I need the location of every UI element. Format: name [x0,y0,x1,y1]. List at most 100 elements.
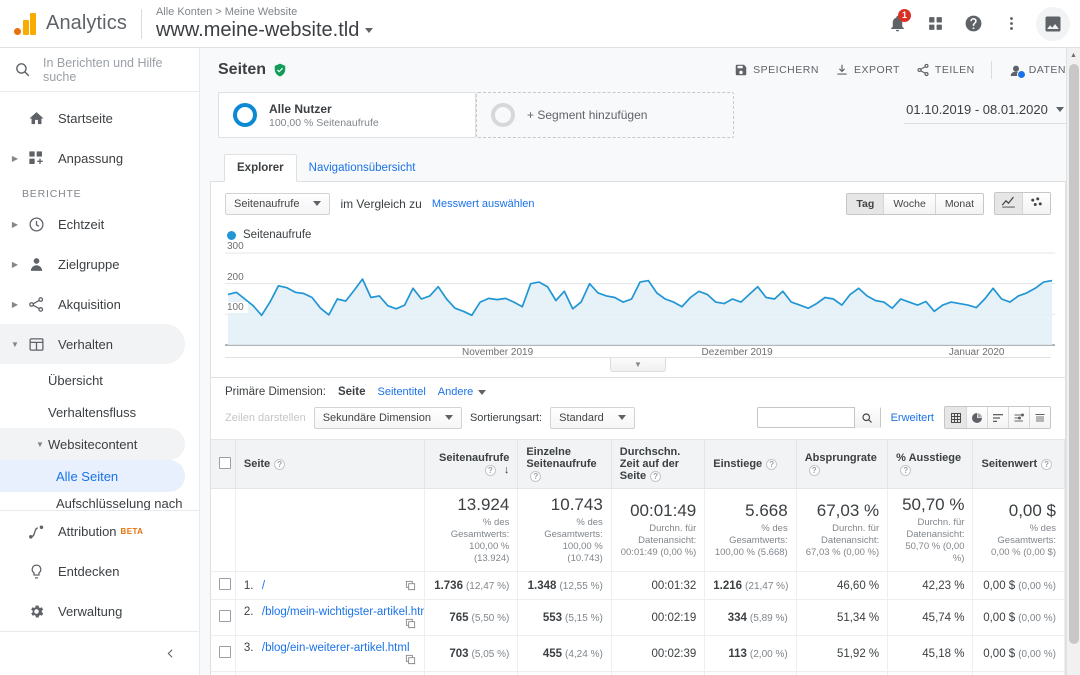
col-seitenwert[interactable]: Seitenwert? [973,440,1065,489]
sidebar-item-entdecken[interactable]: Entdecken [0,551,199,591]
sidebar-item-alle-seiten[interactable]: Alle Seiten [0,460,185,492]
row-checkbox[interactable] [219,646,231,658]
col-durchschn-zeit[interactable]: Durchschn. Zeit auf der Seite? [611,440,704,489]
open-page-icon[interactable] [405,654,416,665]
row-page-link[interactable]: /blog/mein-wichtigster-artikel.html [262,606,424,618]
table-row[interactable]: 1./1.736(12,47 %)1.348(12,55 %)00:01:321… [211,572,1065,600]
table-row[interactable]: 4./beispiel-produkt-1.html701(5,04 %)483… [211,672,1065,675]
table-search[interactable] [757,407,881,428]
export-button[interactable]: EXPORT [835,63,900,77]
help-icon[interactable]: ? [650,471,661,482]
segment-all-users[interactable]: Alle Nutzer 100,00 % Seitenaufrufe [218,92,476,138]
sidebar-item-websitecontent[interactable]: ▼ Websitecontent [0,428,185,460]
help-icon[interactable]: ? [530,471,541,482]
chevron-down-icon[interactable]: ▼ [8,340,22,349]
tab-explorer[interactable]: Explorer [224,154,297,182]
col-seite[interactable]: Seite? [235,440,424,489]
advanced-link[interactable]: Erweitert [891,412,934,424]
save-button[interactable]: SPEICHERN [734,63,819,77]
sidebar-search[interactable]: In Berichten und Hilfe suche [0,48,199,92]
sidebar-item-verwaltung[interactable]: Verwaltung [0,591,199,631]
select-metric-link[interactable]: Messwert auswählen [432,198,535,210]
line-chart-icon[interactable] [995,193,1022,214]
granularity-tag[interactable]: Tag [847,194,883,214]
pie-view-icon[interactable] [966,407,987,428]
dimension-andere[interactable]: Andere [438,386,486,398]
chevron-right-icon[interactable]: ▶ [8,260,22,269]
row-page-cell[interactable]: 2./blog/mein-wichtigster-artikel.html [235,600,424,636]
dimension-seite[interactable]: Seite [338,386,366,398]
row-page-cell[interactable]: 4./beispiel-produkt-1.html [235,672,424,675]
row-page-cell[interactable]: 3./blog/ein-weiterer-artikel.html [235,636,424,672]
select-all-cell[interactable] [211,440,235,489]
help-icon[interactable]: ? [485,465,496,476]
share-button[interactable]: TEILEN [916,63,975,77]
apps-grid-button[interactable] [918,7,952,41]
granularity-woche[interactable]: Woche [883,194,935,214]
row-checkbox-cell[interactable] [211,600,235,636]
sidebar-item-attribution[interactable]: Attribution BETA [0,511,199,551]
sidebar-item-uebersicht[interactable]: Übersicht [0,364,199,396]
col-absprungrate[interactable]: Absprungrate? [796,440,887,489]
chevron-down-icon[interactable]: ▼ [34,440,46,449]
row-page-link[interactable]: / [262,580,265,592]
sidebar-item-echtzeit[interactable]: ▶ Echtzeit [0,204,199,244]
sidebar-item-anpassung[interactable]: ▶ Anpassung [0,138,199,178]
dimension-seitentitel[interactable]: Seitentitel [377,386,425,398]
pivot-view-icon[interactable] [1029,407,1050,428]
row-checkbox-cell[interactable] [211,636,235,672]
chevron-right-icon[interactable]: ▶ [8,220,22,229]
table-search-input[interactable] [758,412,854,424]
col-ausstiege[interactable]: % Ausstiege? [888,440,973,489]
sort-dropdown[interactable]: Standard [550,407,635,429]
open-page-icon[interactable] [405,580,416,591]
col-seitenaufrufe[interactable]: Seitenaufrufe? ↓ [424,440,517,489]
scrollbar-thumb[interactable] [1069,64,1079,644]
data-button[interactable]: DATEN [1008,62,1066,78]
avatar[interactable] [1036,7,1070,41]
help-icon[interactable]: ? [274,459,285,470]
property-selector[interactable]: Alle Konten > Meine Website www.meine-we… [156,6,373,42]
sidebar-item-zielgruppe[interactable]: ▶ Zielgruppe [0,244,199,284]
table-view-icon[interactable] [945,407,966,428]
table-search-button[interactable] [854,407,880,428]
metric-dropdown[interactable]: Seitenaufrufe [225,193,330,215]
table-row[interactable]: 2./blog/mein-wichtigster-artikel.html765… [211,600,1065,636]
add-segment-button[interactable]: + Segment hinzufügen [476,92,734,138]
chart-collapse-handle[interactable]: ▼ [610,358,666,372]
notifications-button[interactable]: 1 [880,7,914,41]
granularity-monat[interactable]: Monat [935,194,983,214]
tab-navigationsuebersicht[interactable]: Navigationsübersicht [297,154,428,182]
row-checkbox[interactable] [219,610,231,622]
sidebar-collapse-button[interactable] [0,631,199,675]
chevron-down-icon[interactable] [365,28,373,33]
scatter-chart-icon[interactable] [1022,193,1050,214]
row-checkbox-cell[interactable] [211,572,235,600]
col-einstiege[interactable]: Einstiege? [705,440,796,489]
help-button[interactable] [956,7,990,41]
secondary-dimension-dropdown[interactable]: Sekundäre Dimension [314,407,462,429]
date-range-picker[interactable]: 01.10.2019 - 08.01.2020 [904,96,1066,124]
row-page-cell[interactable]: 1./ [235,572,424,600]
scroll-up-arrow[interactable]: ▲ [1067,48,1080,62]
help-icon[interactable]: ? [900,465,911,476]
row-page-link[interactable]: /blog/ein-weiterer-artikel.html [262,642,410,654]
select-all-checkbox[interactable] [219,457,231,469]
open-page-icon[interactable] [405,618,416,629]
row-checkbox-cell[interactable] [211,672,235,675]
chevron-right-icon[interactable]: ▶ [8,300,22,309]
comparison-view-icon[interactable] [1008,407,1029,428]
help-icon[interactable]: ? [809,465,820,476]
sidebar-item-verhaltensfluss[interactable]: Verhaltensfluss [0,396,199,428]
sidebar-item-verhalten[interactable]: ▼ Verhalten [0,324,185,364]
main-scrollbar[interactable]: ▲ [1066,48,1080,675]
sidebar-item-startseite[interactable]: Startseite [0,98,199,138]
performance-view-icon[interactable] [987,407,1008,428]
more-options-button[interactable] [994,7,1028,41]
chevron-right-icon[interactable]: ▶ [8,154,22,163]
help-icon[interactable]: ? [1041,459,1052,470]
pageviews-line-chart[interactable]: 300200100 November 2019Dezember 2019Janu… [225,245,1051,357]
table-row[interactable]: 3./blog/ein-weiterer-artikel.html703(5,0… [211,636,1065,672]
sidebar-item-akquisition[interactable]: ▶ Akquisition [0,284,199,324]
sidebar-item-aufschluesselung[interactable]: Aufschlüsselung nach Content [0,492,199,510]
